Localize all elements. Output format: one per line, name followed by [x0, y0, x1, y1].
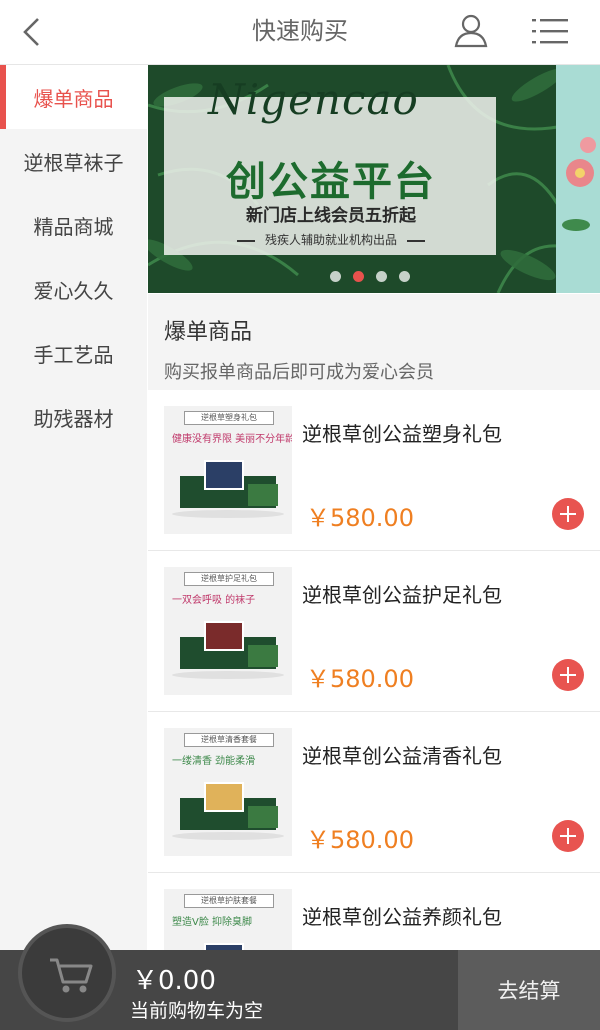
product-item[interactable]: 逆根草护足礼包 一双会呼吸 的袜子 逆根草创公益护足礼包 ￥580.00 — [148, 551, 600, 712]
sidebar-item-label: 爆单商品 — [33, 86, 114, 111]
section-title: 爆单商品 — [164, 320, 253, 345]
carousel-indicators — [330, 271, 410, 282]
sidebar-item-hot-products[interactable]: 爆单商品 — [0, 65, 147, 129]
user-icon[interactable] — [452, 12, 490, 50]
thumb-tag: 逆根草清香套餐 — [184, 733, 274, 747]
sidebar-item-love-jiujiu[interactable]: 爱心久久 — [0, 257, 147, 321]
section-header: 爆单商品 购买报单商品后即可成为爱心会员 — [148, 294, 600, 390]
promo-banner[interactable]: Nigencao 创公益平台 新门店上线会员五折起 残疾人辅助就业机构出品 — [148, 65, 600, 293]
list-menu-icon[interactable] — [530, 14, 570, 48]
product-list: 逆根草塑身礼包 健康没有界限 美丽不分年龄 逆根草创公益塑身礼包 ￥580.00… — [148, 390, 600, 950]
product-item[interactable]: 逆根草护肤套餐 塑造V脸 抑除臭脚 逆根草创公益养颜礼包 — [148, 873, 600, 950]
product-image[interactable]: 逆根草塑身礼包 健康没有界限 美丽不分年龄 — [164, 406, 292, 534]
product-item[interactable]: 逆根草清香套餐 一缕清香 劲能柔滑 逆根草创公益清香礼包 ￥580.00 — [148, 712, 600, 873]
category-sidebar: 爆单商品 逆根草袜子 精品商城 爱心久久 手工艺品 助残器材 — [0, 65, 147, 950]
add-to-cart-button[interactable] — [552, 498, 584, 530]
banner-footnote: 残疾人辅助就业机构出品 — [196, 231, 466, 248]
product-item[interactable]: 逆根草塑身礼包 健康没有界限 美丽不分年龄 逆根草创公益塑身礼包 ￥580.00 — [148, 390, 600, 551]
sidebar-item-label: 手工艺品 — [33, 342, 114, 367]
sidebar-item-handicrafts[interactable]: 手工艺品 — [0, 321, 147, 385]
carousel-dot[interactable] — [330, 271, 341, 282]
header-bar: 快速购买 — [0, 0, 600, 65]
sidebar-item-label: 逆根草袜子 — [23, 150, 124, 175]
thumb-tag: 逆根草塑身礼包 — [184, 411, 274, 425]
sidebar-item-socks[interactable]: 逆根草袜子 — [0, 129, 147, 193]
banner-brand-script: Nigencao — [208, 75, 419, 124]
shopping-cart-icon[interactable] — [18, 924, 116, 1022]
thumb-slogan: 健康没有界限 美丽不分年龄 — [172, 434, 292, 445]
sidebar-item-boutique-mall[interactable]: 精品商城 — [0, 193, 147, 257]
section-description: 购买报单商品后即可成为爱心会员 — [164, 362, 434, 383]
cart-total: ￥0.00 — [132, 966, 216, 996]
product-price: ￥580.00 — [306, 504, 414, 532]
thumb-slogan: 塑造V脸 抑除臭脚 — [172, 917, 253, 928]
sidebar-item-label: 爱心久久 — [33, 278, 114, 303]
carousel-dot[interactable] — [376, 271, 387, 282]
next-slide-peek — [556, 65, 600, 293]
product-image[interactable]: 逆根草清香套餐 一缕清香 劲能柔滑 — [164, 728, 292, 856]
product-price: ￥580.00 — [306, 665, 414, 693]
sidebar-item-assistive-devices[interactable]: 助残器材 — [0, 385, 147, 449]
banner-headline: 创公益平台 — [226, 159, 436, 205]
product-name[interactable]: 逆根草创公益养颜礼包 — [302, 901, 502, 930]
add-to-cart-button[interactable] — [552, 820, 584, 852]
product-name[interactable]: 逆根草创公益护足礼包 — [302, 579, 502, 608]
thumb-tag: 逆根草护肤套餐 — [184, 894, 274, 908]
thumb-tag: 逆根草护足礼包 — [184, 572, 274, 586]
product-name[interactable]: 逆根草创公益塑身礼包 — [302, 418, 502, 447]
sidebar-item-label: 精品商城 — [33, 214, 114, 239]
product-price: ￥580.00 — [306, 826, 414, 854]
banner-subline: 新门店上线会员五折起 — [246, 206, 416, 226]
carousel-dot[interactable] — [399, 271, 410, 282]
checkout-button[interactable]: 去结算 — [458, 950, 600, 1030]
chevron-left-icon[interactable] — [14, 14, 50, 50]
product-name[interactable]: 逆根草创公益清香礼包 — [302, 740, 502, 769]
thumb-slogan: 一双会呼吸 的袜子 — [172, 595, 256, 606]
product-image[interactable]: 逆根草护足礼包 一双会呼吸 的袜子 — [164, 567, 292, 695]
thumb-slogan: 一缕清香 劲能柔滑 — [172, 756, 256, 767]
product-image[interactable]: 逆根草护肤套餐 塑造V脸 抑除臭脚 — [164, 889, 292, 950]
carousel-dot-active[interactable] — [353, 271, 364, 282]
cart-status: 当前购物车为空 — [130, 1000, 264, 1022]
sidebar-item-label: 助残器材 — [33, 406, 114, 431]
page-title: 快速购买 — [252, 17, 348, 45]
add-to-cart-button[interactable] — [552, 659, 584, 691]
